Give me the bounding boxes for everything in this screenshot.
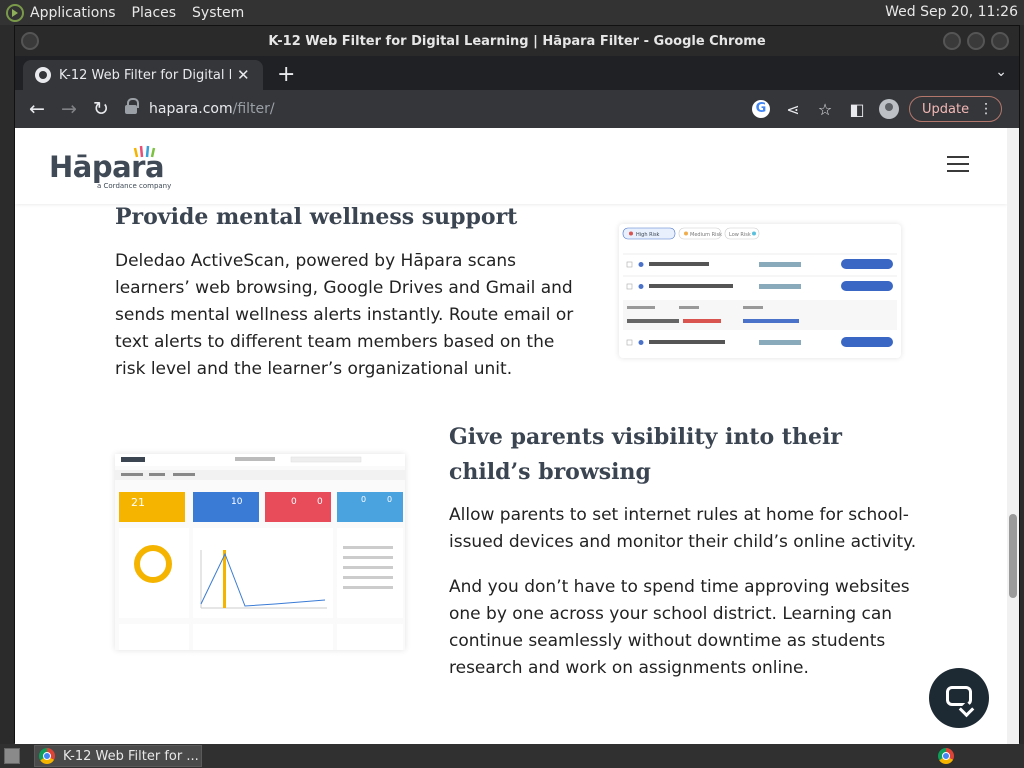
lock-icon[interactable] [125, 98, 139, 115]
show-desktop-icon[interactable] [4, 748, 20, 764]
alerts-dashboard-image: High Risk Medium Risk Low Risk [619, 224, 901, 358]
chrome-icon [39, 748, 55, 764]
distro-logo-icon[interactable] [6, 3, 24, 22]
stat-5: 0 [361, 495, 366, 504]
scrollbar-thumb[interactable] [1009, 514, 1017, 598]
tab-close-icon[interactable]: ✕ [237, 66, 250, 84]
url-host: hapara.com [149, 101, 233, 117]
url-path: /filter/ [232, 101, 275, 117]
parents-body-2: And you don’t have to spend time approvi… [449, 577, 910, 678]
parents-heading: Give parents visibility into their child… [449, 424, 842, 485]
stat-3: 0 [291, 497, 297, 507]
system-menu[interactable]: System [192, 5, 244, 21]
profile-avatar-icon[interactable] [879, 99, 899, 119]
minimize-button[interactable] [943, 32, 961, 50]
menu-hamburger-icon[interactable] [947, 156, 969, 177]
tab-title: K-12 Web Filter for Digital Lea [59, 67, 231, 83]
share-icon[interactable]: ⋖ [777, 100, 809, 119]
alerts-tab-low: Low Risk [729, 232, 751, 238]
task-label: K-12 Web Filter for ... [63, 748, 199, 764]
wellness-body: Deledao ActiveScan, powered by Hāpara sc… [115, 251, 574, 379]
close-window-button[interactable] [991, 32, 1009, 50]
bookmark-star-icon[interactable]: ☆ [809, 100, 841, 119]
chat-icon [946, 686, 972, 706]
applications-menu[interactable]: Applications [30, 5, 116, 21]
site-header: Hāpara a Cordance company [15, 128, 1007, 204]
reload-button[interactable]: ↻ [85, 98, 117, 120]
logo-subtitle: a Cordance company [97, 182, 172, 190]
wellness-heading: Provide mental wellness support [115, 204, 518, 230]
menu-dots-icon[interactable]: ⋮ [979, 101, 993, 117]
browser-toolbar: ← → ↻ hapara.com/filter/ G ⋖ ☆ ◧ Update … [15, 90, 1019, 128]
address-bar[interactable]: hapara.com/filter/ [125, 94, 745, 124]
stat-1: 21 [131, 496, 145, 509]
alerts-tab-high: High Risk [636, 232, 660, 238]
window-titlebar[interactable]: K-12 Web Filter for Digital Learning | H… [15, 26, 1019, 56]
update-button[interactable]: Update ⋮ [909, 96, 1003, 122]
stat-2: 10 [231, 497, 243, 507]
parents-body-1: Allow parents to set internet rules at h… [449, 505, 917, 552]
chrome-window: K-12 Web Filter for Digital Learning | H… [14, 25, 1020, 744]
top-panel: Applications Places System Wed Sep 20, 1… [0, 0, 1024, 25]
back-button[interactable]: ← [21, 98, 53, 120]
panel-clock[interactable]: Wed Sep 20, 11:26 [885, 4, 1018, 20]
forward-button[interactable]: → [53, 98, 85, 120]
window-title: K-12 Web Filter for Digital Learning | H… [268, 34, 766, 49]
alerts-tab-medium: Medium Risk [690, 232, 722, 238]
tab-hapara-filter[interactable]: K-12 Web Filter for Digital Lea ✕ [23, 60, 263, 90]
taskbar: K-12 Web Filter for ... [0, 744, 1024, 768]
logo-rays-icon [133, 145, 156, 158]
chat-widget-button[interactable] [929, 668, 989, 728]
hapara-favicon-icon [35, 67, 51, 83]
hapara-logo[interactable]: Hāpara a Cordance company [49, 145, 171, 190]
stat-4: 0 [317, 497, 323, 507]
tray-chrome-icon[interactable] [938, 748, 954, 764]
taskbar-chrome-task[interactable]: K-12 Web Filter for ... [34, 745, 202, 767]
page-scrollbar[interactable] [1007, 128, 1019, 744]
dashboard-mockup-svg: 21 10 0 0 0 0 [115, 454, 405, 650]
update-label: Update [922, 101, 970, 117]
google-lens-icon[interactable]: G [752, 100, 770, 118]
places-menu[interactable]: Places [132, 5, 177, 21]
tab-search-chevron-icon[interactable]: ⌄ [995, 64, 1007, 80]
stat-6: 0 [387, 495, 392, 504]
tab-strip: K-12 Web Filter for Digital Lea ✕ + ⌄ [15, 56, 1019, 90]
maximize-button[interactable] [967, 32, 985, 50]
alerts-mockup-svg: High Risk Medium Risk Low Risk [622, 227, 897, 347]
side-panel-icon[interactable]: ◧ [841, 100, 873, 119]
filter-dashboard-image: 21 10 0 0 0 0 [115, 454, 405, 650]
new-tab-button[interactable]: + [277, 62, 295, 87]
page-viewport: Hāpara a Cordance company Provide mental… [15, 128, 1019, 744]
